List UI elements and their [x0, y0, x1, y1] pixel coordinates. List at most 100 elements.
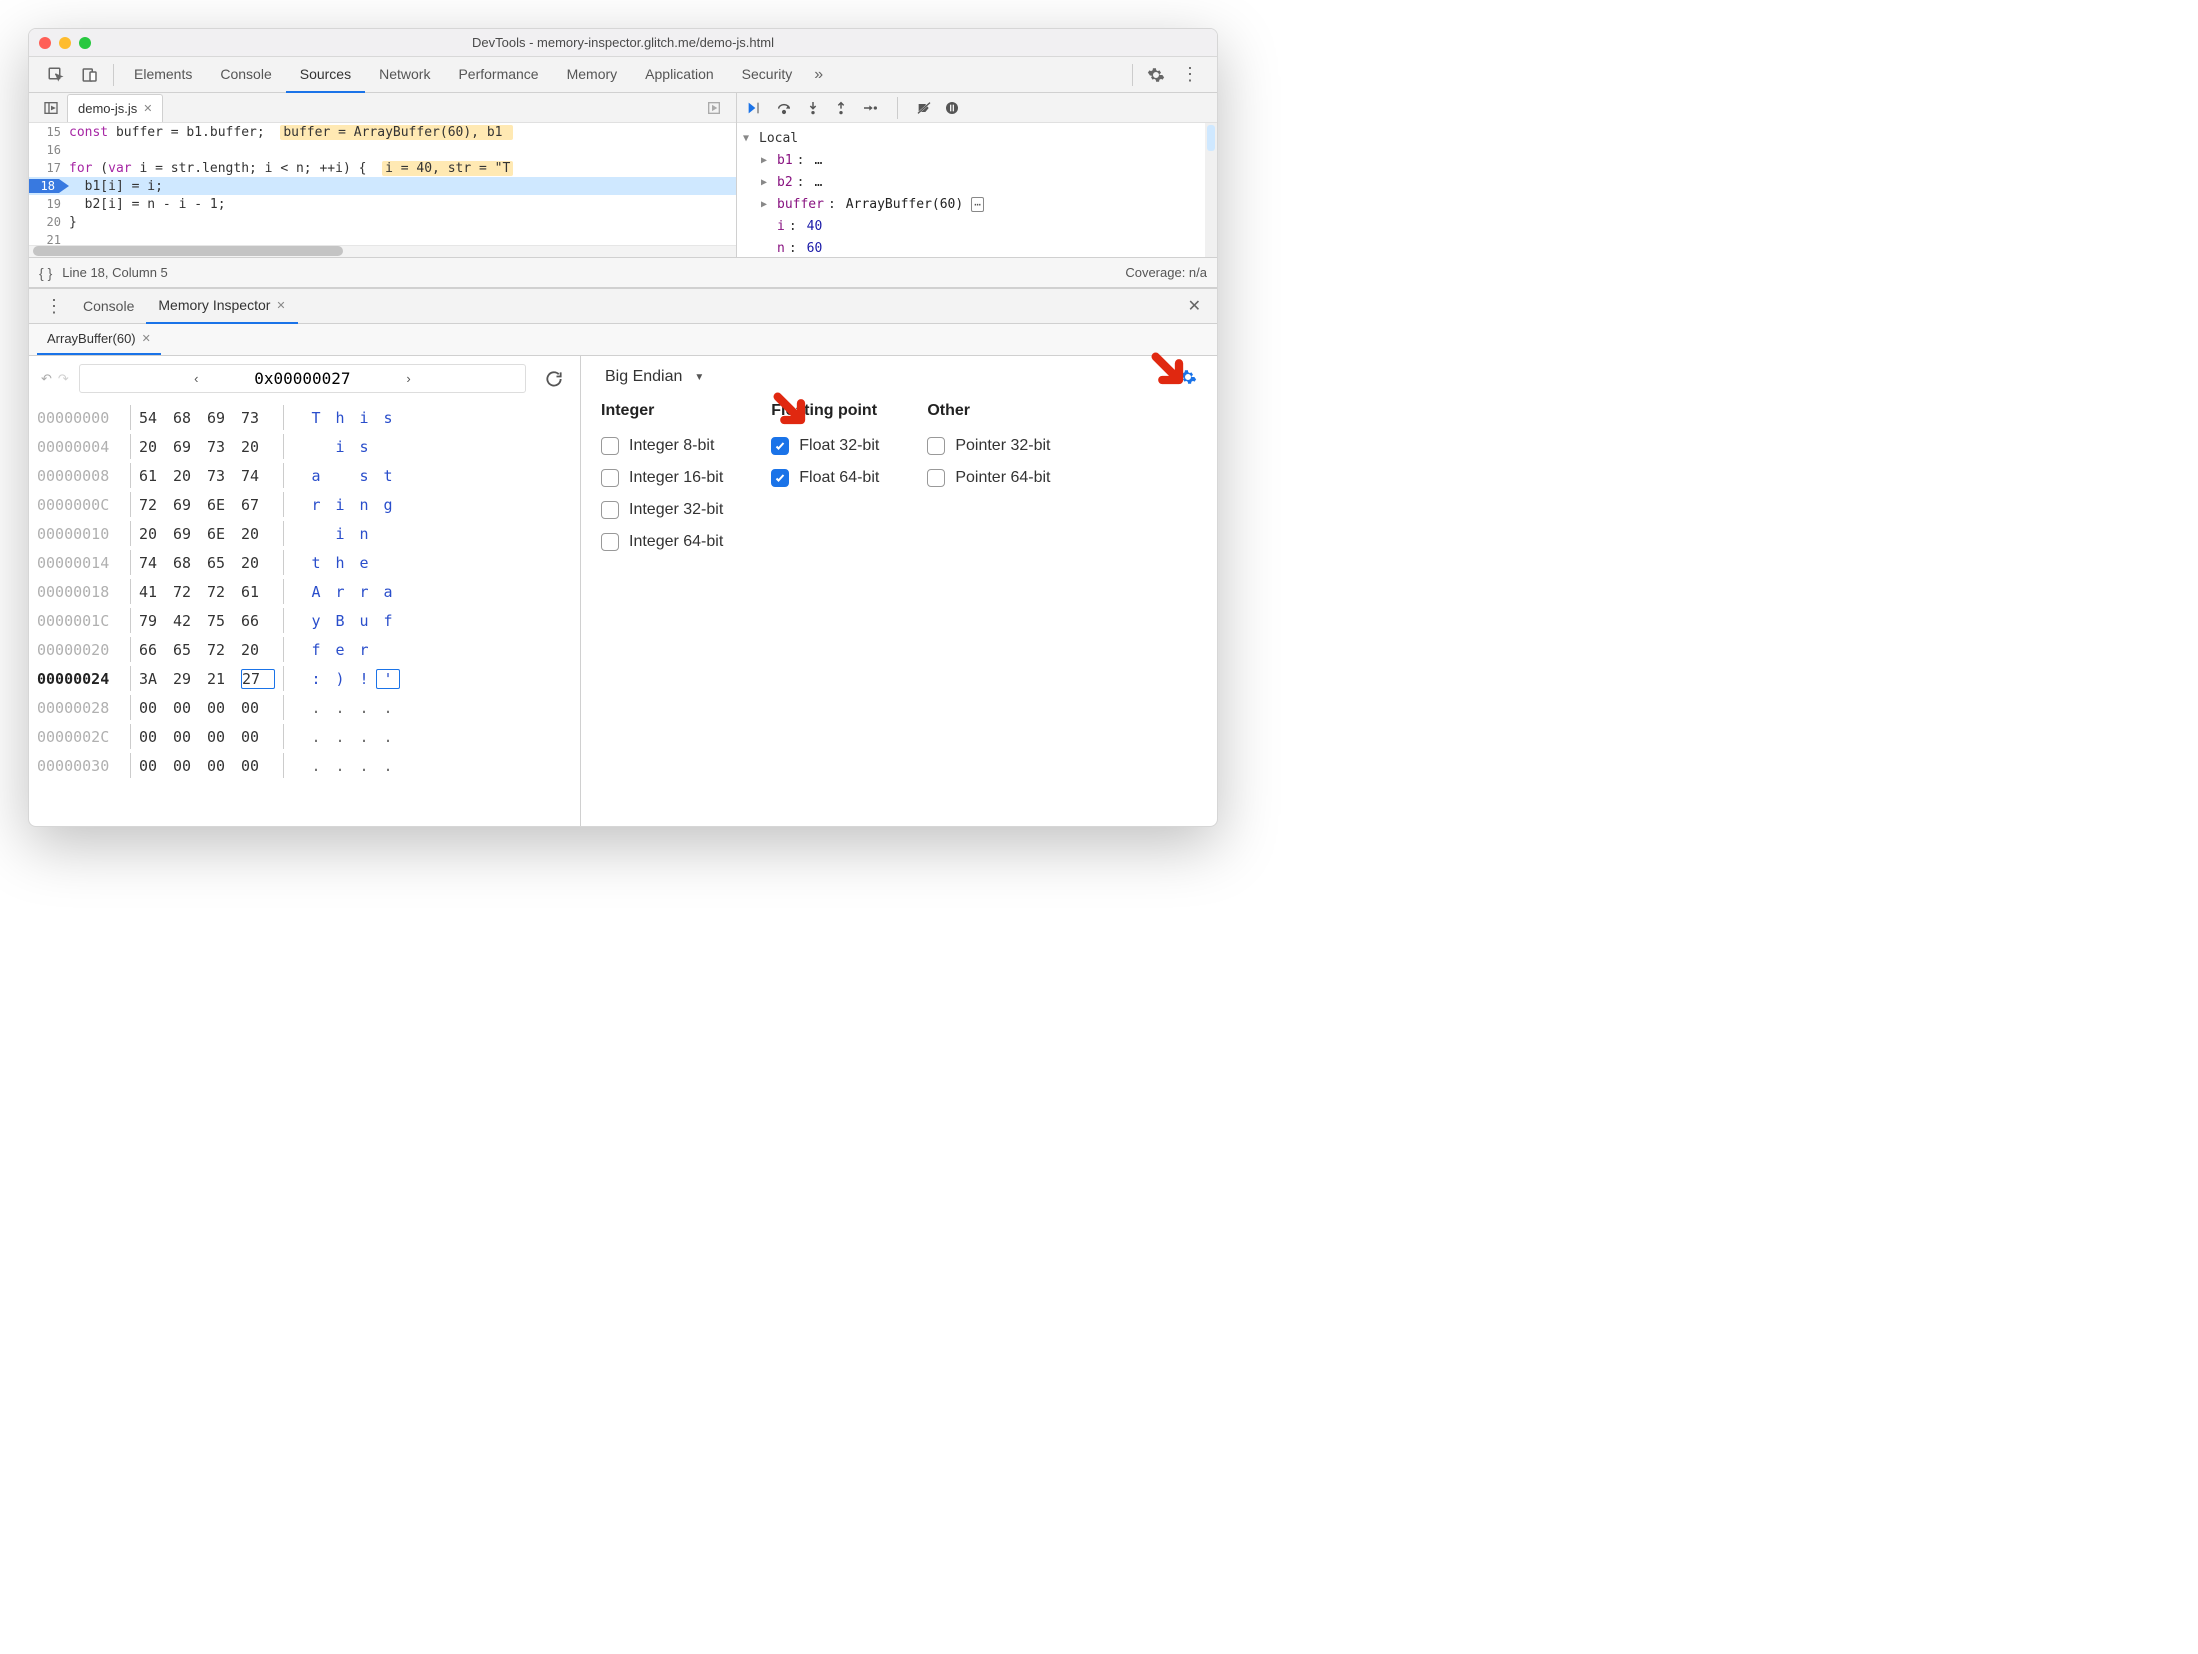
scope-variable[interactable]: ▶b1: …: [743, 149, 1211, 171]
code-line[interactable]: 15const buffer = b1.buffer; buffer = Arr…: [29, 123, 736, 141]
hex-ascii[interactable]: .: [376, 728, 400, 746]
scope-variable[interactable]: ▶b2: …: [743, 171, 1211, 193]
drawer-tab-memory-inspector[interactable]: Memory Inspector ✕: [146, 288, 297, 324]
type-checkbox[interactable]: Integer 16-bit: [601, 462, 723, 494]
hex-ascii[interactable]: ): [328, 670, 352, 688]
address-next-icon[interactable]: ›: [396, 367, 420, 390]
hex-byte[interactable]: 72: [207, 583, 241, 601]
hex-byte[interactable]: 73: [207, 438, 241, 456]
tab-console[interactable]: Console: [206, 57, 285, 93]
hex-byte[interactable]: 20: [241, 554, 275, 572]
code-line[interactable]: 21: [29, 231, 736, 245]
hex-ascii[interactable]: f: [304, 641, 328, 659]
close-icon[interactable]: ✕: [276, 299, 285, 312]
hex-byte[interactable]: 27: [241, 669, 275, 689]
hex-ascii[interactable]: .: [328, 757, 352, 775]
checkbox-icon[interactable]: [771, 469, 789, 487]
tab-network[interactable]: Network: [365, 57, 444, 93]
hex-byte[interactable]: 74: [241, 467, 275, 485]
scope-variable[interactable]: i: 40: [743, 215, 1211, 237]
hex-byte[interactable]: 68: [173, 409, 207, 427]
hex-row[interactable]: 0000001020696E20 in: [37, 519, 572, 548]
hex-byte[interactable]: 00: [139, 757, 173, 775]
refresh-icon[interactable]: [536, 365, 572, 393]
hex-ascii[interactable]: t: [376, 467, 400, 485]
hex-byte[interactable]: 3A: [139, 670, 173, 688]
inspect-icon[interactable]: [39, 60, 73, 90]
hex-ascii[interactable]: e: [352, 554, 376, 572]
type-checkbox[interactable]: Pointer 32-bit: [927, 430, 1050, 462]
hex-ascii[interactable]: ': [376, 669, 400, 689]
hex-ascii[interactable]: f: [376, 612, 400, 630]
type-checkbox[interactable]: Pointer 64-bit: [927, 462, 1050, 494]
hex-byte[interactable]: 00: [139, 728, 173, 746]
hex-ascii[interactable]: .: [352, 757, 376, 775]
history-back-icon[interactable]: ↶: [41, 371, 52, 387]
hex-ascii[interactable]: .: [304, 757, 328, 775]
checkbox-icon[interactable]: [927, 437, 945, 455]
drawer-close-icon[interactable]: ✕: [1180, 290, 1209, 322]
hex-byte[interactable]: 72: [139, 496, 173, 514]
address-input[interactable]: [212, 365, 392, 392]
type-checkbox[interactable]: Integer 8-bit: [601, 430, 723, 462]
type-checkbox[interactable]: Integer 32-bit: [601, 494, 723, 526]
hex-byte[interactable]: 00: [241, 728, 275, 746]
hex-row[interactable]: 0000000054686973This: [37, 403, 572, 432]
hex-ascii[interactable]: .: [304, 699, 328, 717]
hex-byte[interactable]: 69: [207, 409, 241, 427]
hex-byte[interactable]: 20: [139, 525, 173, 543]
hex-row[interactable]: 0000000861207374a st: [37, 461, 572, 490]
resume-icon[interactable]: [745, 100, 763, 116]
step-icon[interactable]: [861, 100, 879, 116]
hex-byte[interactable]: 61: [241, 583, 275, 601]
horizontal-scrollbar[interactable]: [29, 245, 736, 257]
code-editor[interactable]: 15const buffer = b1.buffer; buffer = Arr…: [29, 123, 736, 245]
hex-byte[interactable]: 00: [241, 757, 275, 775]
checkbox-icon[interactable]: [927, 469, 945, 487]
hex-byte[interactable]: 20: [241, 525, 275, 543]
hex-byte[interactable]: 66: [241, 612, 275, 630]
hex-row[interactable]: 0000002C00000000....: [37, 722, 572, 751]
hex-ascii[interactable]: .: [352, 728, 376, 746]
hex-byte[interactable]: 41: [139, 583, 173, 601]
hex-ascii[interactable]: t: [304, 554, 328, 572]
hex-byte[interactable]: 29: [173, 670, 207, 688]
hex-row[interactable]: 0000001C79427566yBuf: [37, 606, 572, 635]
hex-byte[interactable]: 00: [207, 699, 241, 717]
hex-ascii[interactable]: g: [376, 496, 400, 514]
hex-byte[interactable]: 61: [139, 467, 173, 485]
hex-byte[interactable]: 6E: [207, 496, 241, 514]
address-prev-icon[interactable]: ‹: [184, 367, 208, 390]
hex-byte[interactable]: 00: [139, 699, 173, 717]
scope-variables[interactable]: ▼Local▶b1: …▶b2: …▶buffer: ArrayBuffer(6…: [737, 123, 1217, 257]
hex-ascii[interactable]: .: [304, 728, 328, 746]
hex-ascii[interactable]: s: [352, 438, 376, 456]
hex-ascii[interactable]: a: [376, 583, 400, 601]
hex-ascii[interactable]: .: [328, 728, 352, 746]
hex-byte[interactable]: 69: [173, 438, 207, 456]
hex-byte[interactable]: 00: [173, 757, 207, 775]
hex-byte[interactable]: 20: [241, 438, 275, 456]
hex-ascii[interactable]: r: [328, 583, 352, 601]
hex-ascii[interactable]: .: [376, 757, 400, 775]
hex-byte[interactable]: 65: [173, 641, 207, 659]
file-tab-demo-js[interactable]: demo-js.js ✕: [67, 94, 163, 122]
hex-byte[interactable]: 73: [207, 467, 241, 485]
kebab-icon[interactable]: ⋮: [1173, 58, 1207, 91]
hex-ascii[interactable]: s: [376, 409, 400, 427]
hex-byte[interactable]: 20: [173, 467, 207, 485]
hex-byte[interactable]: 67: [241, 496, 275, 514]
scope-header[interactable]: ▼Local: [743, 127, 1211, 149]
hex-ascii[interactable]: n: [352, 496, 376, 514]
format-icon[interactable]: { }: [39, 265, 52, 281]
settings-icon[interactable]: [1139, 60, 1173, 90]
hex-byte[interactable]: 79: [139, 612, 173, 630]
hex-ascii[interactable]: h: [328, 554, 352, 572]
checkbox-icon[interactable]: [601, 469, 619, 487]
checkbox-icon[interactable]: [601, 437, 619, 455]
hex-byte[interactable]: 74: [139, 554, 173, 572]
hex-ascii[interactable]: i: [328, 438, 352, 456]
hex-byte[interactable]: 66: [139, 641, 173, 659]
hex-ascii[interactable]: a: [304, 467, 328, 485]
type-checkbox[interactable]: Float 32-bit: [771, 430, 879, 462]
